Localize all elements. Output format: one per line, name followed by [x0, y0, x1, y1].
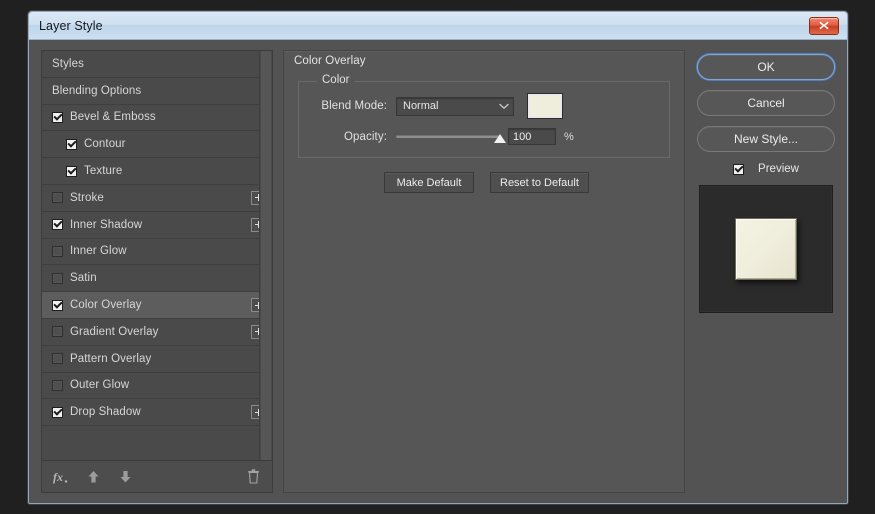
style-row-label: Drop Shadow — [70, 406, 252, 418]
style-row-inner-glow[interactable]: Inner Glow — [42, 239, 272, 266]
style-checkbox[interactable] — [66, 166, 77, 177]
preview-toggle[interactable]: Preview — [733, 163, 799, 175]
style-row-color-overlay[interactable]: Color Overlay — [42, 292, 272, 319]
style-row-label: Texture — [84, 165, 266, 177]
styles-list-scrollbar[interactable] — [259, 51, 272, 460]
style-checkbox[interactable] — [52, 300, 63, 311]
styles-list-scroll-thumb[interactable] — [261, 51, 271, 460]
new-style-button[interactable]: New Style... — [697, 126, 835, 152]
preview-thumbnail — [699, 185, 833, 313]
style-checkbox[interactable] — [52, 219, 63, 230]
opacity-input[interactable]: 100 — [508, 128, 556, 145]
style-row-label: Bevel & Emboss — [70, 111, 266, 123]
preview-swatch — [735, 218, 797, 280]
blend-mode-label: Blend Mode: — [309, 100, 387, 112]
style-checkbox[interactable] — [52, 407, 63, 418]
opacity-label: Opacity: — [309, 131, 387, 143]
default-buttons: Make Default Reset to Default — [298, 172, 670, 193]
color-group-legend: Color — [317, 74, 354, 86]
style-row-outer-glow[interactable]: Outer Glow — [42, 373, 272, 400]
preview-checkbox[interactable] — [733, 164, 744, 175]
cancel-button[interactable]: Cancel — [697, 90, 835, 116]
style-row-bevel-emboss[interactable]: Bevel & Emboss — [42, 105, 272, 132]
style-row-label: Color Overlay — [70, 299, 252, 311]
style-row-texture[interactable]: Texture — [42, 158, 272, 185]
arrow-down-icon[interactable] — [116, 468, 134, 486]
style-row-stroke[interactable]: Stroke — [42, 185, 272, 212]
chevron-down-icon — [499, 103, 509, 110]
style-row-label: Satin — [70, 272, 266, 284]
style-checkbox[interactable] — [52, 380, 63, 391]
style-row-inner-shadow[interactable]: Inner Shadow — [42, 212, 272, 239]
opacity-slider-track — [396, 135, 500, 138]
layer-style-dialog: Layer Style Styles Blending Options Bevel … — [28, 11, 848, 504]
blend-mode-select[interactable]: Normal — [396, 97, 514, 116]
color-group: Color Blend Mode: Normal Opacity: — [298, 81, 670, 158]
style-row-styles[interactable]: Styles — [42, 51, 272, 78]
actions-pane: OK Cancel New Style... Preview — [695, 50, 837, 493]
opacity-row: Opacity: 100 % — [309, 128, 659, 145]
style-row-label: Gradient Overlay — [70, 326, 252, 338]
style-checkbox[interactable] — [52, 326, 63, 337]
style-row-drop-shadow[interactable]: Drop Shadow — [42, 399, 272, 426]
reset-to-default-button[interactable]: Reset to Default — [490, 172, 589, 193]
blend-mode-value: Normal — [403, 100, 499, 112]
window-title: Layer Style — [39, 19, 809, 33]
style-checkbox[interactable] — [52, 246, 63, 257]
make-default-button[interactable]: Make Default — [384, 172, 474, 193]
style-checkbox[interactable] — [52, 192, 63, 203]
style-row-label: Contour — [84, 138, 266, 150]
styles-pane: Styles Blending Options Bevel & Emboss Cont… — [41, 50, 273, 493]
style-row-label: Pattern Overlay — [70, 353, 266, 365]
style-row-contour[interactable]: Contour — [42, 131, 272, 158]
section-title: Color Overlay — [294, 55, 366, 67]
style-row-label: Outer Glow — [70, 379, 266, 391]
styles-list: Styles Blending Options Bevel & Emboss Cont… — [42, 51, 272, 460]
svg-text:fx: fx — [53, 470, 63, 484]
style-row-label: Inner Glow — [70, 245, 266, 257]
styles-toolbar: fx — [42, 460, 272, 492]
style-checkbox[interactable] — [52, 273, 63, 284]
style-row-label: Blending Options — [52, 85, 266, 97]
style-row-label: Stroke — [70, 192, 252, 204]
blend-mode-row: Blend Mode: Normal — [309, 94, 659, 118]
dialog-body: Styles Blending Options Bevel & Emboss Cont… — [29, 40, 847, 503]
style-checkbox[interactable] — [52, 353, 63, 364]
style-row-label: Styles — [52, 58, 266, 70]
style-row-label: Inner Shadow — [70, 219, 252, 231]
fx-icon[interactable]: fx — [52, 468, 70, 486]
style-checkbox[interactable] — [52, 112, 63, 123]
close-glyph — [819, 21, 829, 30]
trash-icon[interactable] — [244, 468, 262, 486]
style-row-pattern-overlay[interactable]: Pattern Overlay — [42, 346, 272, 373]
color-swatch[interactable] — [528, 94, 562, 118]
arrow-up-icon[interactable] — [84, 468, 102, 486]
close-icon[interactable] — [809, 17, 839, 35]
opacity-slider[interactable] — [396, 129, 500, 145]
style-row-satin[interactable]: Satin — [42, 265, 272, 292]
ok-button[interactable]: OK — [697, 54, 835, 80]
style-checkbox[interactable] — [66, 139, 77, 150]
style-row-gradient-overlay[interactable]: Gradient Overlay — [42, 319, 272, 346]
options-pane: Color Overlay Color Blend Mode: Normal — [283, 50, 685, 493]
style-row-blending-options[interactable]: Blending Options — [42, 78, 272, 105]
opacity-slider-handle[interactable] — [494, 134, 506, 143]
opacity-unit: % — [564, 131, 574, 143]
title-bar[interactable]: Layer Style — [29, 12, 847, 40]
preview-label: Preview — [758, 163, 799, 175]
